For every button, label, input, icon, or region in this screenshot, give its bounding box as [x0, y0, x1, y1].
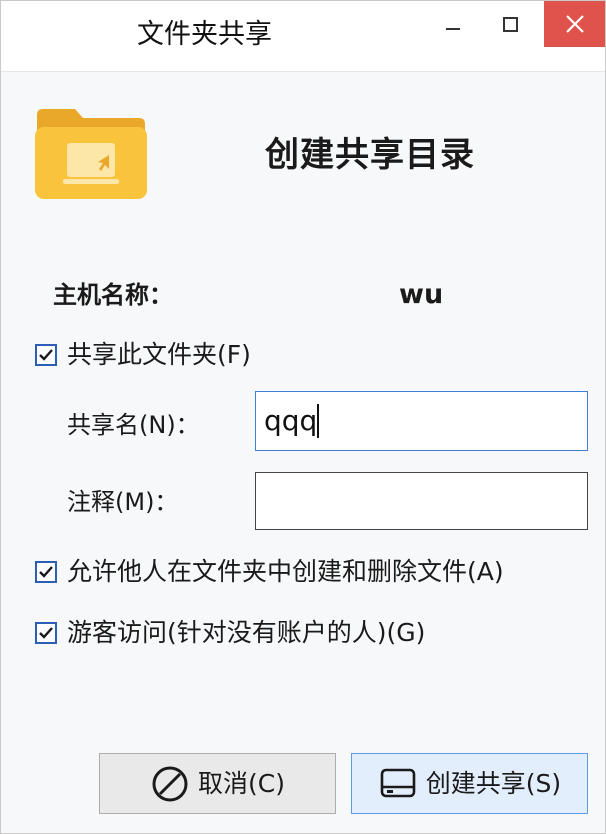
- minimize-icon: [446, 28, 460, 30]
- maximize-icon: [503, 17, 518, 32]
- close-button[interactable]: [544, 1, 605, 47]
- checkmark-icon: [39, 349, 53, 361]
- share-name-label: 共享名(N)：: [67, 411, 200, 439]
- share-folder-checkbox[interactable]: [35, 344, 57, 366]
- share-name-value: qqq: [264, 404, 318, 437]
- create-share-button[interactable]: 创建共享(S): [351, 753, 588, 814]
- dialog-heading: 创建共享目录: [265, 135, 475, 175]
- window-title: 文件夹共享: [137, 19, 272, 50]
- checkmark-icon: [39, 627, 53, 639]
- close-icon: [566, 15, 584, 33]
- host-name-value: wu: [399, 279, 444, 310]
- share-name-input[interactable]: qqq: [255, 391, 588, 451]
- drive-share-icon: [380, 768, 416, 797]
- allow-create-delete-checkbox[interactable]: [35, 561, 57, 583]
- checkmark-icon: [39, 566, 53, 578]
- guest-access-checkbox-row[interactable]: 游客访问(针对没有账户的人)(G): [35, 616, 425, 650]
- allow-create-delete-label: 允许他人在文件夹中创建和删除文件(A): [67, 557, 504, 586]
- allow-create-delete-checkbox-row[interactable]: 允许他人在文件夹中创建和删除文件(A): [35, 555, 504, 589]
- cancel-button[interactable]: 取消(C): [99, 753, 336, 814]
- share-folder-dialog: 文件夹共享 创建共享目录 主机名称： wu 共享此文件夹(F) 共享名(N)：: [0, 0, 606, 834]
- guest-access-checkbox[interactable]: [35, 622, 57, 644]
- share-folder-checkbox-row[interactable]: 共享此文件夹(F): [35, 338, 251, 372]
- minimize-button[interactable]: [421, 1, 481, 47]
- cancel-icon: [152, 766, 188, 801]
- guest-access-label: 游客访问(针对没有账户的人)(G): [67, 618, 426, 647]
- cancel-label: 取消(C): [198, 768, 285, 798]
- text-caret: [317, 404, 319, 438]
- host-name-label: 主机名称：: [53, 281, 173, 309]
- share-folder-label: 共享此文件夹(F): [67, 340, 251, 369]
- maximize-button[interactable]: [481, 1, 541, 47]
- folder-share-icon: [35, 109, 147, 199]
- comment-label: 注释(M)：: [67, 488, 179, 516]
- title-bar[interactable]: 文件夹共享: [1, 1, 605, 72]
- create-share-label: 创建共享(S): [425, 768, 562, 798]
- comment-input[interactable]: [255, 472, 588, 530]
